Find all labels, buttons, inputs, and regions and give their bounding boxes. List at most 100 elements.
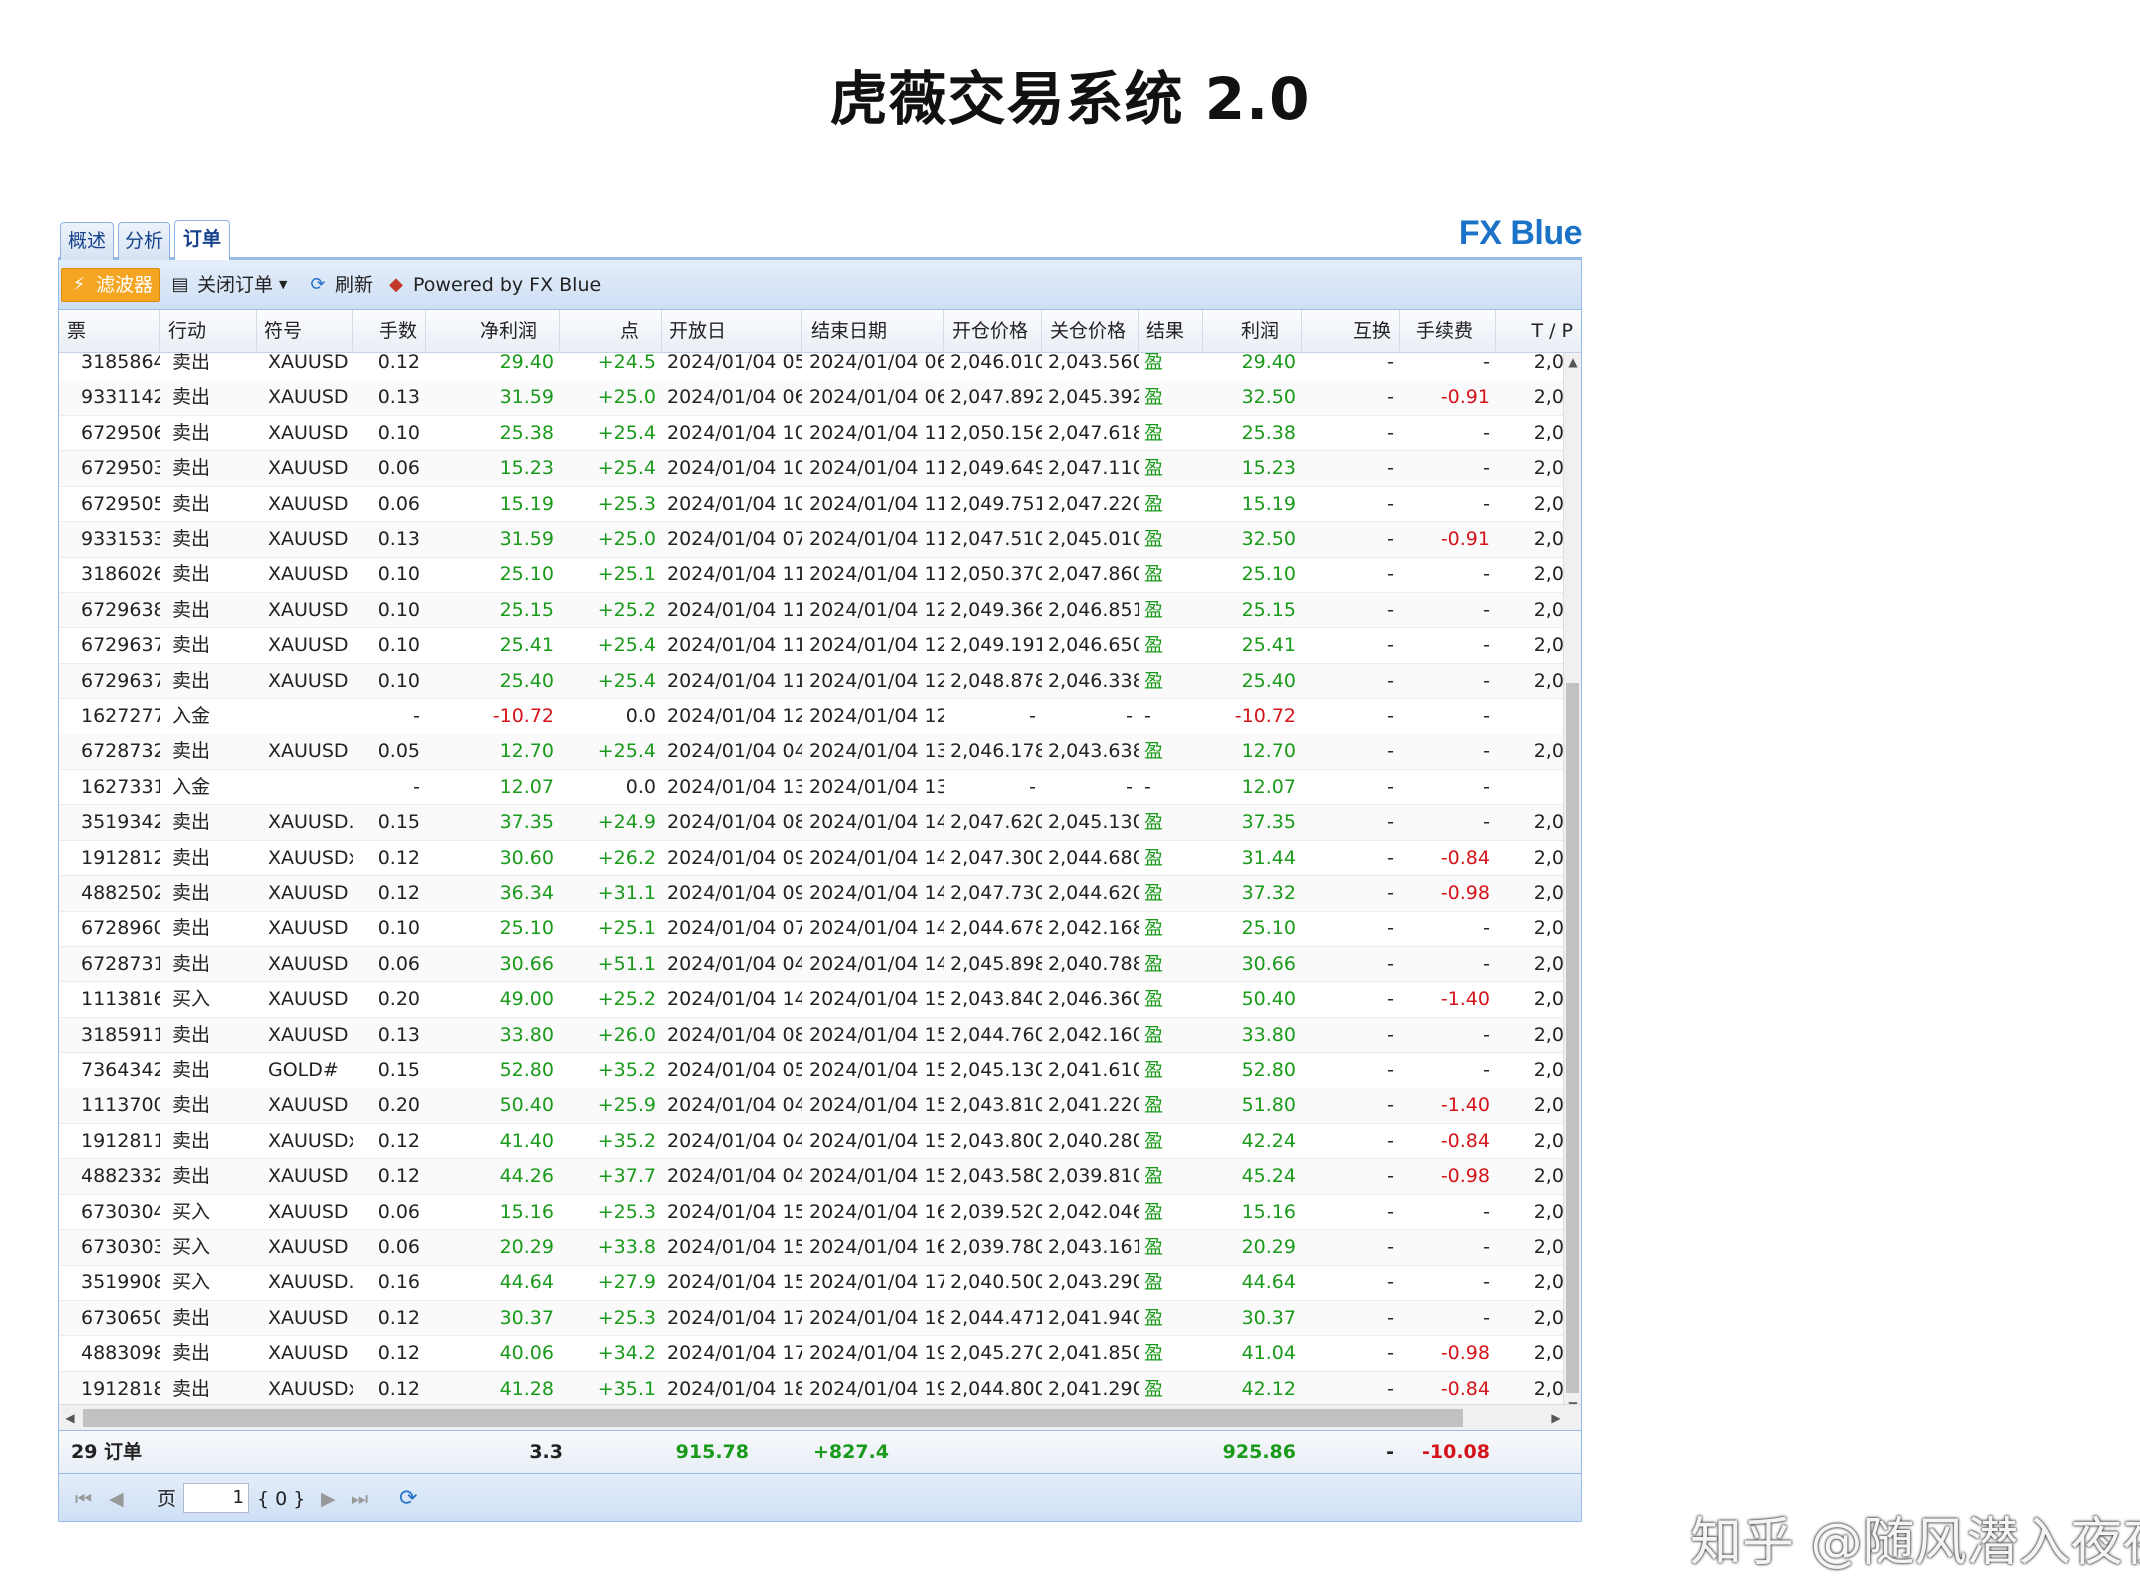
table-row[interactable]: 19128129... 卖出 XAUUSDx 0.12 30.60 +26.2 2024/0… (59, 841, 1565, 877)
table-cell: - (1483, 1200, 1490, 1223)
horizontal-scrollbar[interactable]: ◀ ▶ (59, 1404, 1581, 1430)
scroll-left-icon[interactable]: ◀ (61, 1409, 79, 1427)
table-cell: 卖出 (172, 1023, 211, 1046)
table-cell: - (1483, 917, 1490, 940)
column-header[interactable]: 开仓价格 (944, 310, 1042, 353)
table-cell: 48830987 (81, 1342, 160, 1365)
table-row[interactable]: 67296372 卖出 XAUUSD 0.10 25.41 +25.4 2024/01/04… (59, 628, 1565, 664)
page-count: { 0 } (257, 1488, 306, 1510)
table-cell: 0.06 (377, 457, 420, 480)
table-row[interactable]: 35193421 卖出 XAUUSD.s 0.15 37.35 +24.9 2024/01/… (59, 805, 1565, 841)
vertical-scroll-thumb[interactable] (1566, 683, 1579, 1393)
table-cell: - (1483, 634, 1490, 657)
table-cell: XAUUSD (268, 1094, 349, 1117)
table-row[interactable]: 67303040 买入 XAUUSD 0.06 15.16 +25.3 2024/01/04… (59, 1195, 1565, 1231)
tab-analysis[interactable]: 分析 (118, 222, 170, 260)
table-cell: 2024/01/04 12:54:15 (667, 705, 802, 727)
column-header[interactable]: 互换 (1303, 310, 1400, 353)
scroll-right-icon[interactable]: ▶ (1547, 1409, 1565, 1427)
table-row[interactable]: 19128188... 卖出 XAUUSDx 0.12 41.28 +35.1 2024/0… (59, 1371, 1565, 1408)
table-row[interactable]: 67287321 卖出 XAUUSD 0.05 12.70 +25.4 2024/01/04… (59, 734, 1565, 770)
table-row[interactable]: 16272774 入金 - -10.72 0.0 2024/01/04 12:54:15 2… (59, 699, 1565, 735)
table-row[interactable]: 67306504 卖出 XAUUSD 0.12 30.37 +25.3 2024/01/04… (59, 1300, 1565, 1337)
table-cell: 2,044.76000 (950, 1023, 1042, 1046)
table-row[interactable]: 1912811715 卖出 XAUUSDx 0.12 41.40 +35.2 2024/01… (59, 1124, 1565, 1160)
column-header[interactable]: 净利润 (426, 310, 560, 353)
table-row[interactable]: 73643424 卖出 GOLD# 0.15 52.80 +35.2 2024/01/04 … (59, 1053, 1565, 1089)
table-cell: 0.10 (377, 917, 420, 940)
table-row[interactable]: 93315334 卖出 XAUUSD 0.13 31.59 +25.0 2024/01/04… (59, 522, 1565, 558)
table-row[interactable]: 67296375 卖出 XAUUSD 0.10 25.40 +25.4 2024/01/04… (59, 663, 1565, 700)
table-cell: - (1387, 988, 1394, 1011)
column-header[interactable]: 利润 (1203, 310, 1302, 353)
table-row[interactable]: 67295056 卖出 XAUUSD 0.06 15.19 +25.3 2024/01/04… (59, 487, 1565, 523)
column-header[interactable]: 点 (561, 310, 662, 353)
refresh-button[interactable]: ⟳ 刷新 (301, 268, 379, 302)
horizontal-scroll-thumb[interactable] (83, 1409, 1463, 1427)
table-row[interactable]: 111370075 卖出 XAUUSD 0.20 50.40 +25.9 2024/01/0… (59, 1088, 1565, 1124)
table-cell: 2024/01/04 04:35:05 (667, 1094, 802, 1117)
table-cell: 2,04 (1533, 1165, 1565, 1188)
column-header[interactable]: 关仓价格 (1042, 310, 1139, 353)
table-cell: - (1144, 705, 1151, 727)
table-cell: 16273310 (81, 775, 160, 798)
table-row[interactable]: 67289608 卖出 XAUUSD 0.10 25.10 +25.1 2024/01/04… (59, 911, 1565, 947)
table-row[interactable]: 48830987 卖出 XAUUSD 0.12 40.06 +34.2 2024/01/04… (59, 1336, 1565, 1372)
column-header[interactable]: 开放日 (661, 310, 802, 353)
table-row[interactable]: 111381652 买入 XAUUSD 0.20 49.00 +25.2 2024/01/0… (59, 982, 1565, 1018)
scroll-up-icon[interactable]: ▲ (1564, 353, 1581, 371)
table-row[interactable]: 93311429 卖出 XAUUSD 0.13 31.59 +25.0 2024/01/04… (59, 380, 1565, 416)
table-cell: 2024/01/04 06:09:54 (809, 353, 944, 373)
filter-button[interactable]: ⚡ 滤波器 (61, 268, 161, 302)
table-row[interactable]: 67287319 卖出 XAUUSD 0.06 30.66 +51.1 2024/01/04… (59, 946, 1565, 983)
table-cell: - (1387, 1377, 1394, 1400)
table-cell: 卖出 (172, 634, 211, 657)
powered-by-link[interactable]: ◆ Powered by FX Blue (379, 268, 607, 302)
column-header[interactable]: 票 (59, 310, 160, 353)
next-page-icon[interactable]: ▶ (321, 1486, 336, 1512)
table-row[interactable]: 31858647 卖出 XAUUSD 0.12 29.40 +24.5 2024/01/04… (59, 353, 1565, 381)
table-cell: 2,046.33800 (1048, 669, 1139, 692)
table-row[interactable]: 67295067 卖出 XAUUSD 0.10 25.38 +25.4 2024/01/04… (59, 416, 1565, 452)
table-cell: - (1483, 775, 1490, 798)
table-row[interactable]: 31859118 卖出 XAUUSD 0.13 33.80 +26.0 2024/01/04… (59, 1017, 1565, 1054)
table-row[interactable]: 67295032 卖出 XAUUSD 0.06 15.23 +25.4 2024/01/04… (59, 451, 1565, 487)
table-cell: 52.80 (1241, 1059, 1296, 1081)
table-cell: 25.41 (499, 634, 554, 657)
prev-page-icon[interactable]: ◀ (109, 1486, 124, 1512)
column-header[interactable]: 符号 (256, 310, 353, 353)
table-cell: 2,04 (1533, 740, 1565, 763)
column-header[interactable]: 行动 (160, 310, 257, 353)
table-cell: 2024/01/04 08:26:07 (667, 811, 802, 834)
column-header[interactable]: 结束日期 (803, 310, 944, 353)
column-header[interactable]: 手数 (353, 310, 426, 353)
table-cell: 盈 (1144, 1165, 1164, 1188)
table-cell: - (1483, 669, 1490, 692)
close-orders-dropdown[interactable]: ▤ 关闭订单 ▼ (163, 268, 293, 302)
table-cell: 卖出 (172, 1059, 211, 1081)
table-row[interactable]: 67296380 卖出 XAUUSD 0.10 25.15 +25.2 2024/01/04… (59, 592, 1565, 629)
table-cell: 盈 (1144, 1094, 1164, 1117)
table-cell: 盈 (1144, 1306, 1164, 1329)
table-row[interactable]: 48825025 卖出 XAUUSD 0.12 36.34 +31.1 2024/01/04… (59, 876, 1565, 912)
vertical-scrollbar[interactable]: ▲ ▼ (1563, 353, 1581, 1415)
orders-panel: 概述 分析 订单 FX Blue ⚡ 滤波器 ▤ 关闭订单 ▼ ⟳ 刷新 ◆ P… (58, 214, 1583, 1525)
table-row[interactable]: 31860266 卖出 XAUUSD 0.10 25.10 +25.1 2024/01/04… (59, 557, 1565, 593)
first-page-icon[interactable]: ⏮ (75, 1486, 92, 1512)
table-row[interactable]: 35199088 买入 XAUUSD.s 0.16 44.64 +27.9 2024/01/… (59, 1265, 1565, 1301)
table-row[interactable]: 67303037 买入 XAUUSD 0.06 20.29 +33.8 2024/01/04… (59, 1230, 1565, 1266)
table-cell: 0.0 (625, 705, 656, 727)
table-row[interactable]: 16273310 入金 - 12.07 0.0 2024/01/04 13:21:06 20… (59, 770, 1565, 806)
page-input[interactable]: 1 (183, 1483, 249, 1513)
table-cell: 盈 (1144, 1129, 1164, 1152)
last-page-icon[interactable]: ⏭ (351, 1486, 368, 1512)
tab-overview[interactable]: 概述 (60, 222, 114, 260)
table-cell: 51.80 (1241, 1094, 1296, 1117)
refresh-page-icon[interactable]: ⟳ (399, 1486, 417, 1512)
tab-orders[interactable]: 订单 (174, 220, 230, 262)
column-header[interactable]: 结果 (1138, 310, 1203, 353)
table-cell: -0.84 (1440, 1129, 1490, 1152)
column-header[interactable]: T / P (1496, 310, 1581, 353)
table-row[interactable]: 48823327 卖出 XAUUSD 0.12 44.26 +37.7 2024/01/04… (59, 1159, 1565, 1195)
column-header[interactable]: 手续费 (1399, 310, 1496, 353)
